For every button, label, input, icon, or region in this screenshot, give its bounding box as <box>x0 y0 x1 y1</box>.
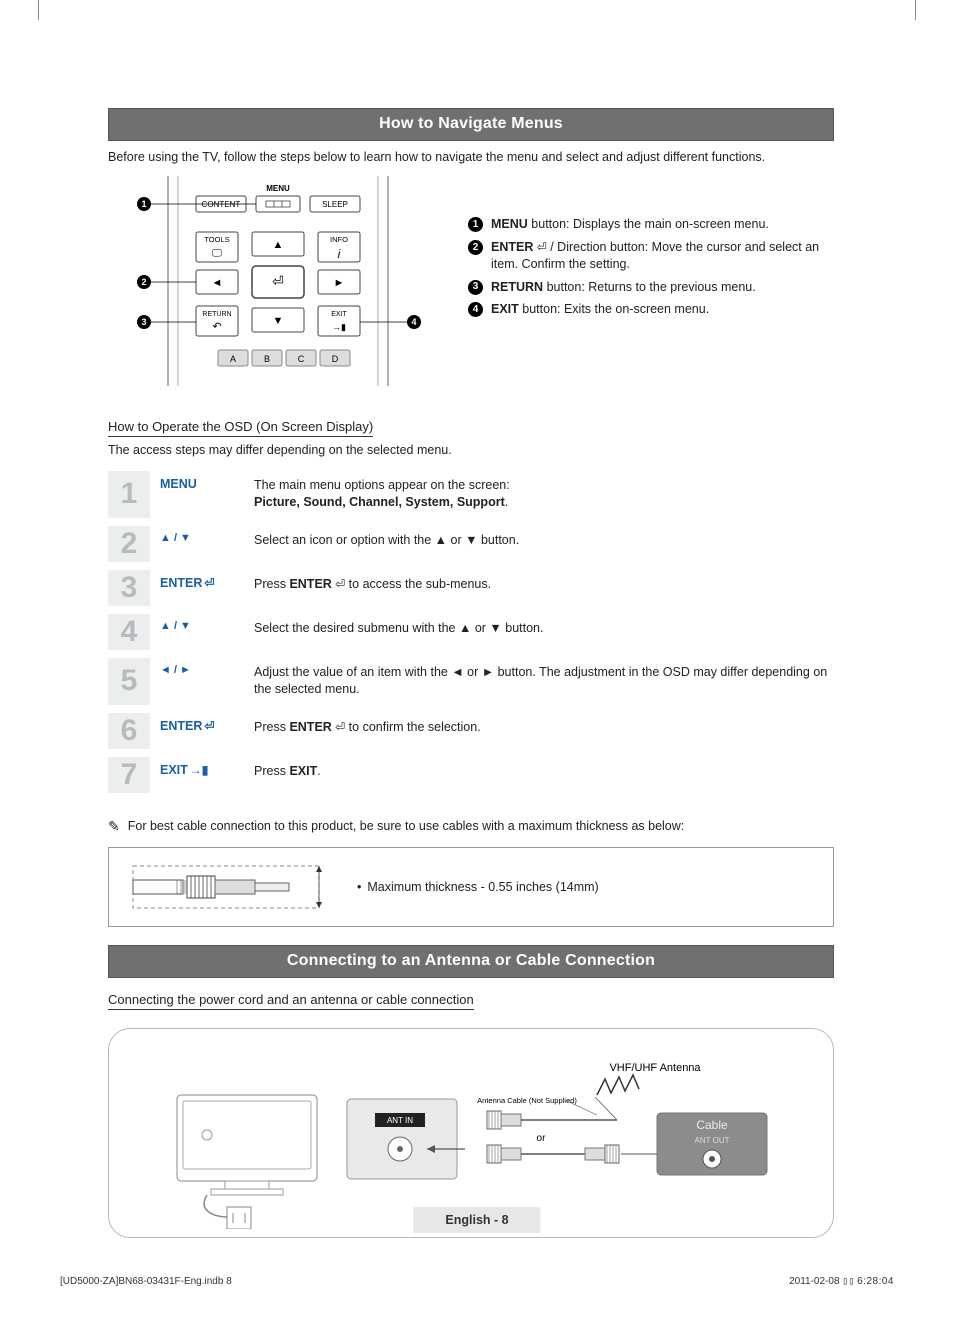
step-key: ENTER ⏎ <box>150 570 250 596</box>
callout-list: 1 MENU button: Displays the main on-scre… <box>468 216 834 324</box>
callout-number-icon: 3 <box>468 280 483 295</box>
cable-drawing <box>127 862 327 912</box>
svg-text:1: 1 <box>141 199 146 209</box>
step-number: 1 <box>121 479 138 509</box>
cable-max-text: Maximum thickness - 0.55 inches (14mm) <box>367 880 598 894</box>
step-row: 3 ENTER ⏎ Press ENTER ⏎ to access the su… <box>108 566 834 610</box>
svg-text:►: ► <box>334 277 345 289</box>
footer-filename: [UD5000-ZA]BN68-03431F-Eng.indb 8 <box>60 1276 232 1287</box>
svg-text:▼: ▼ <box>273 315 284 327</box>
exit-icon: →▮ <box>190 763 209 777</box>
remote-menu-label: MENU <box>266 184 290 193</box>
step-row: 6 ENTER ⏎ Press ENTER ⏎ to confirm the s… <box>108 709 834 753</box>
osd-subheading: How to Operate the OSD (On Screen Displa… <box>108 419 373 437</box>
step-row: 7 EXIT→▮ Press EXIT. <box>108 753 834 797</box>
step-key: MENU <box>150 471 250 497</box>
callout-number-icon: 4 <box>468 302 483 317</box>
callout-3: 3 RETURN button: Returns to the previous… <box>468 279 834 296</box>
step-key: ▲ / ▼ <box>150 526 250 550</box>
ant-in-label: ANT IN <box>387 1116 413 1125</box>
crop-mark <box>38 0 39 20</box>
step-row: 4 ▲ / ▼ Select the desired submenu with … <box>108 610 834 654</box>
remote-b-label: B <box>264 354 270 364</box>
enter-icon: ⏎ <box>332 720 345 734</box>
cable-box-label: Cable <box>696 1118 728 1132</box>
svg-text:i: i <box>338 247 341 261</box>
callout-2: 2 ENTER ⏎ / Direction button: Move the c… <box>468 239 834 273</box>
ant-out-label: ANT OUT <box>695 1136 730 1145</box>
callout-number-icon: 2 <box>468 240 483 255</box>
crop-mark <box>915 0 916 20</box>
callout-number-icon: 1 <box>468 217 483 232</box>
step-description: Select the desired submenu with the ▲ or… <box>250 614 834 644</box>
step-number: 4 <box>121 617 138 647</box>
step-description: Press ENTER ⏎ to access the sub-menus. <box>250 570 834 600</box>
remote-d-label: D <box>332 354 339 364</box>
enter-icon: ⏎ <box>332 577 345 591</box>
step-description: Press ENTER ⏎ to confirm the selection. <box>250 713 834 743</box>
remote-a-label: A <box>230 354 236 364</box>
remote-c-label: C <box>298 354 305 364</box>
step-number: 2 <box>121 529 138 559</box>
cable-not-supplied-label: Antenna Cable (Not Supplied) <box>477 1096 577 1105</box>
remote-info-label: INFO <box>330 235 348 244</box>
vhf-label: VHF/UHF Antenna <box>609 1062 701 1074</box>
remote-sleep-label: SLEEP <box>322 200 348 209</box>
note-icon: ✎ <box>108 818 120 835</box>
step-number: 3 <box>121 573 138 603</box>
remote-content-label: CONTENT <box>202 200 241 209</box>
step-row: 5 ◄ / ► Adjust the value of an item with… <box>108 654 834 709</box>
section-header-navigate: How to Navigate Menus <box>108 108 834 141</box>
svg-text:⏎: ⏎ <box>272 273 284 289</box>
page-content: How to Navigate Menus Before using the T… <box>108 108 834 1238</box>
enter-icon: ⏎ <box>533 240 546 254</box>
step-number: 6 <box>121 716 138 746</box>
osd-steps-table: 1 MENU The main menu options appear on t… <box>108 467 834 797</box>
svg-text:3: 3 <box>141 317 146 327</box>
remote-diagram: CONTENT MENU SLEEP TOOLS 🖵 INFO <box>108 176 438 391</box>
step-key: EXIT→▮ <box>150 757 250 783</box>
svg-text:🖵: 🖵 <box>212 248 222 259</box>
step-row: 1 MENU The main menu options appear on t… <box>108 467 834 522</box>
step-key: ENTER ⏎ <box>150 713 250 739</box>
enter-icon: ⏎ <box>204 719 214 733</box>
manual-page: How to Navigate Menus Before using the T… <box>0 0 954 1321</box>
svg-text:2: 2 <box>141 277 146 287</box>
callout-4: 4 EXIT button: Exits the on-screen menu. <box>468 301 834 318</box>
svg-text:→▮: →▮ <box>332 322 346 332</box>
remote-tools-label: TOOLS <box>204 235 229 244</box>
or-label: or <box>537 1133 547 1144</box>
page-footer-language: English - 8 <box>413 1207 540 1233</box>
osd-subnote: The access steps may differ depending on… <box>108 443 834 457</box>
svg-text:▲: ▲ <box>273 239 284 251</box>
step-description: The main menu options appear on the scre… <box>250 471 834 518</box>
enter-icon: ⏎ <box>204 576 214 590</box>
step-number: 5 <box>121 666 138 696</box>
connection-subheading: Connecting the power cord and an antenna… <box>108 992 474 1010</box>
intro-paragraph: Before using the TV, follow the steps be… <box>108 149 834 166</box>
step-description: Press EXIT. <box>250 757 834 787</box>
callout-1: 1 MENU button: Displays the main on-scre… <box>468 216 834 233</box>
step-description: Adjust the value of an item with the ◄ o… <box>250 658 834 705</box>
svg-text:4: 4 <box>411 317 416 327</box>
step-number: 7 <box>121 760 138 790</box>
cable-thickness-box: •Maximum thickness - 0.55 inches (14mm) <box>108 847 834 927</box>
step-description: Select an icon or option with the ▲ or ▼… <box>250 526 834 556</box>
svg-text:↶: ↶ <box>212 321 221 333</box>
section-header-antenna: Connecting to an Antenna or Cable Connec… <box>108 945 834 978</box>
cable-thickness-note: ✎ For best cable connection to this prod… <box>108 819 834 835</box>
step-key: ◄ / ► <box>150 658 250 682</box>
remote-return-label: RETURN <box>202 311 231 318</box>
svg-text:◄: ◄ <box>212 277 223 289</box>
step-row: 2 ▲ / ▼ Select an icon or option with th… <box>108 522 834 566</box>
remote-exit-label: EXIT <box>331 311 347 318</box>
step-key: ▲ / ▼ <box>150 614 250 638</box>
footer-timestamp: 2011-02-08 ▯▯ 6:28:04 <box>789 1276 894 1287</box>
